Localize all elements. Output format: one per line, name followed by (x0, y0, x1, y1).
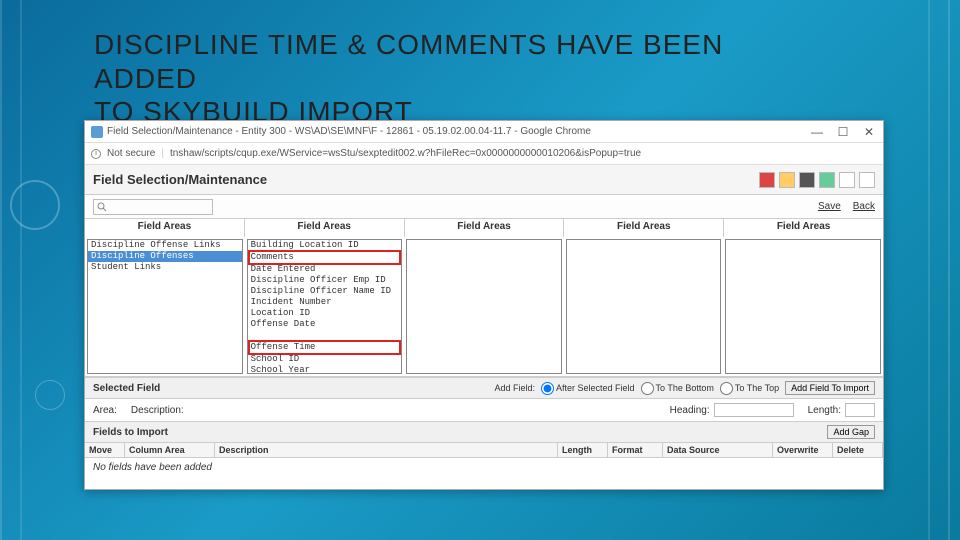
back-button[interactable]: Back (853, 201, 875, 212)
search-save-row: Save Back (85, 195, 883, 219)
fields-import-header: Fields to Import Add Gap (85, 422, 883, 443)
list-item[interactable]: Discipline Offense Links (88, 240, 242, 251)
th-ds: Data Source (663, 443, 773, 457)
radio-top-label: To The Top (735, 383, 779, 393)
search-icon (97, 202, 107, 212)
list-item[interactable]: Discipline Officer Emp ID (248, 275, 402, 286)
list-item[interactable]: Incident Number (248, 297, 402, 308)
length-input[interactable] (845, 403, 875, 417)
col-header-3: Field Areas (405, 219, 565, 237)
import-table-header: Move Column Area Description Length Form… (85, 443, 883, 458)
area-label: Area: (93, 405, 117, 416)
field-areas-list-2[interactable]: Building Location IDCommentsDate Entered… (247, 239, 403, 374)
list-item[interactable]: Student Links (88, 262, 242, 273)
radio-bottom[interactable]: To The Bottom (641, 382, 714, 395)
detail-row: Area: Description: Heading: Length: (85, 399, 883, 422)
list-item[interactable]: School Year (248, 365, 402, 374)
titlebar: Field Selection/Maintenance - Entity 300… (85, 121, 883, 143)
col-header-4: Field Areas (564, 219, 724, 237)
columns-body: Discipline Offense LinksDiscipline Offen… (85, 237, 883, 377)
columns-header: Field Areas Field Areas Field Areas Fiel… (85, 219, 883, 237)
list-item[interactable]: Location ID (248, 308, 402, 319)
not-secure-label: Not secure (107, 148, 155, 159)
list-item[interactable]: Discipline Officer Name ID (248, 286, 402, 297)
heading-label: Heading: (670, 405, 710, 416)
add-field-button[interactable]: Add Field To Import (785, 381, 875, 395)
th-ov: Overwrite (773, 443, 833, 457)
minimize-button[interactable]: — (809, 125, 825, 139)
list-item[interactable]: Comments (248, 250, 402, 265)
radio-after-label: After Selected Field (556, 383, 635, 393)
selected-field-label: Selected Field (93, 383, 160, 394)
col-header-2: Field Areas (245, 219, 405, 237)
slide-title: DISCIPLINE TIME & COMMENTS HAVE BEEN ADD… (94, 28, 723, 129)
heading-input[interactable] (714, 403, 794, 417)
th-area: Column Area (125, 443, 215, 457)
list-item[interactable]: Offense Date (248, 319, 402, 330)
col-header-5: Field Areas (724, 219, 883, 237)
list-item[interactable]: School ID (248, 354, 402, 365)
radio-top[interactable]: To The Top (720, 382, 779, 395)
selected-field-row: Selected Field Add Field: After Selected… (85, 377, 883, 399)
close-button[interactable]: ✕ (861, 125, 877, 139)
window-title: Field Selection/Maintenance - Entity 300… (107, 126, 809, 137)
th-desc: Description (215, 443, 558, 457)
slide-title-line2: ADDED (94, 62, 723, 96)
print-icon[interactable] (859, 172, 875, 188)
addressbar: i Not secure | tnshaw/scripts/cqup.exe/W… (85, 143, 883, 165)
camera-icon[interactable] (799, 172, 815, 188)
slide-title-line1: DISCIPLINE TIME & COMMENTS HAVE BEEN (94, 28, 723, 62)
field-areas-list-4[interactable] (566, 239, 722, 374)
notes-icon[interactable] (779, 172, 795, 188)
field-areas-list-1[interactable]: Discipline Offense LinksDiscipline Offen… (87, 239, 243, 374)
col-header-1: Field Areas (85, 219, 245, 237)
save-button[interactable]: Save (818, 201, 841, 212)
maximize-button[interactable]: ☐ (835, 125, 851, 139)
list-item[interactable]: Date Entered (248, 264, 402, 275)
security-info-icon[interactable]: i (91, 149, 101, 159)
page-title: Field Selection/Maintenance (93, 172, 267, 187)
th-move: Move (85, 443, 125, 457)
url-text[interactable]: tnshaw/scripts/cqup.exe/WService=wsStu/s… (170, 148, 641, 159)
toolbar (759, 172, 875, 188)
length-label: Length: (808, 405, 841, 416)
radio-after[interactable]: After Selected Field (541, 382, 635, 395)
th-fmt: Format (608, 443, 663, 457)
list-item[interactable]: Offense Time (248, 340, 402, 355)
th-len: Length (558, 443, 608, 457)
browser-window: Field Selection/Maintenance - Entity 300… (84, 120, 884, 490)
add-field-label: Add Field: (494, 383, 535, 393)
add-gap-button[interactable]: Add Gap (827, 425, 875, 439)
new-window-icon[interactable] (839, 172, 855, 188)
favicon-icon (91, 126, 103, 138)
list-item[interactable]: Discipline Offenses (88, 251, 242, 262)
field-areas-list-5[interactable] (725, 239, 881, 374)
no-fields-message: No fields have been added (85, 458, 883, 477)
field-areas-list-3[interactable] (406, 239, 562, 374)
description-label: Description: (131, 405, 184, 416)
dashboard-icon[interactable] (759, 172, 775, 188)
favorites-icon[interactable] (819, 172, 835, 188)
app-header: Field Selection/Maintenance (85, 165, 883, 195)
radio-bottom-label: To The Bottom (656, 383, 714, 393)
search-input[interactable] (93, 199, 213, 215)
fields-import-title: Fields to Import (93, 427, 168, 438)
th-del: Delete (833, 443, 883, 457)
